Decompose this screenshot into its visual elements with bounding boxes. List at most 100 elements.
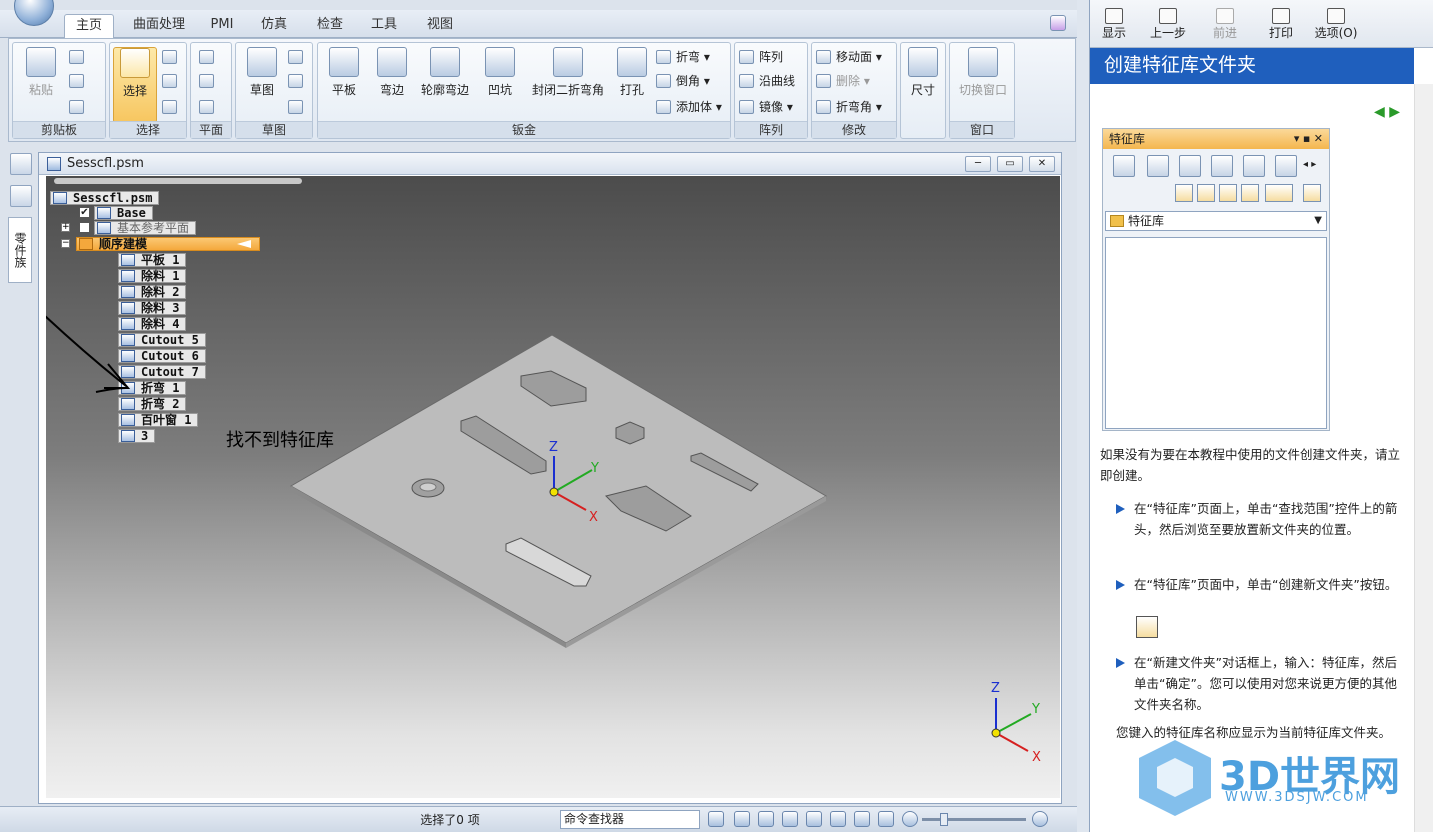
graphics-viewport[interactable]: Sesscfl.psm ✔ Base + 基本参考平面 − 顺序建模 平板 1 … xyxy=(46,176,1060,798)
chevron-down-icon[interactable]: ▼ xyxy=(1314,212,1322,230)
tab-inspect[interactable]: 检查 xyxy=(308,14,352,38)
printer-icon xyxy=(1272,8,1290,24)
zoom-icon[interactable] xyxy=(758,811,774,827)
select-button[interactable]: 选择 xyxy=(113,47,157,123)
options-label: 选项(O) xyxy=(1314,26,1358,40)
tab-view[interactable]: 视图 xyxy=(418,14,462,38)
switch-window-button[interactable]: 切换窗口 xyxy=(953,47,1013,98)
sketch-tool-3[interactable] xyxy=(288,97,308,117)
print-button[interactable]: 打印 xyxy=(1266,8,1296,40)
view-style-icon[interactable] xyxy=(878,811,894,827)
tab-tools[interactable]: 工具 xyxy=(362,14,406,38)
search-icon[interactable] xyxy=(1303,184,1321,202)
zoom-slider-thumb[interactable] xyxy=(940,813,948,826)
maximize-button[interactable]: ▭ xyxy=(997,156,1023,172)
move-face-button[interactable]: 移动面 ▾ xyxy=(816,47,882,67)
next-arrow-icon[interactable]: ▶ xyxy=(1389,104,1400,120)
sketch-tool-2[interactable] xyxy=(288,71,308,91)
add-icon[interactable] xyxy=(1175,184,1193,202)
help-icon[interactable] xyxy=(1050,15,1066,31)
pan-icon[interactable] xyxy=(806,811,822,827)
layers-icon[interactable] xyxy=(10,153,32,175)
feature-library-list[interactable] xyxy=(1105,237,1327,429)
forward-button[interactable]: 前进 xyxy=(1210,8,1240,40)
delete-button[interactable]: 删除 ▾ xyxy=(816,71,870,91)
add-body-button[interactable]: 添加体 ▾ xyxy=(656,97,722,117)
chamfer-button[interactable]: 倒角 ▾ xyxy=(656,71,710,91)
plane-icon xyxy=(199,50,214,64)
group-label-select: 选择 xyxy=(110,121,186,138)
axis-x-label: X xyxy=(589,510,598,525)
switch-window-label: 切换窗口 xyxy=(958,83,1007,97)
triad-axis-y xyxy=(995,713,1032,734)
command-finder-input[interactable]: 命令查找器 xyxy=(560,810,700,829)
panel-controls[interactable]: ▾ ▪ ✕ xyxy=(1294,129,1323,149)
parts-library-tab-icon[interactable] xyxy=(1211,155,1233,177)
tab-simulation[interactable]: 仿真 xyxy=(252,14,296,38)
look-in-select[interactable]: 特征库 ▼ xyxy=(1105,211,1327,231)
color-tab-icon[interactable] xyxy=(1275,155,1297,177)
family-of-parts-tab-icon[interactable] xyxy=(1147,155,1169,177)
along-curve-button[interactable]: 沿曲线 xyxy=(739,71,795,91)
flange-button[interactable]: 弯边 xyxy=(372,47,412,98)
up-folder-icon[interactable] xyxy=(1197,184,1215,202)
zoom-area-icon[interactable] xyxy=(734,811,750,827)
close-button[interactable]: ✕ xyxy=(1029,156,1055,172)
tab-home[interactable]: 主页 xyxy=(64,14,114,38)
open-folder-icon[interactable] xyxy=(1219,184,1237,202)
plane-button-1[interactable] xyxy=(199,47,219,67)
contour-flange-button[interactable]: 轮廓弯边 xyxy=(416,47,474,98)
dimension-button[interactable]: 尺寸 xyxy=(904,47,942,98)
pattern-button[interactable]: 阵列 xyxy=(739,47,783,67)
tab-feature-button[interactable]: 平板 xyxy=(324,47,364,98)
sketch-tool-1[interactable] xyxy=(288,47,308,67)
mirror-button[interactable]: 镜像 ▾ xyxy=(739,97,793,117)
view-cube-icon[interactable] xyxy=(854,811,870,827)
rotate-icon[interactable] xyxy=(830,811,846,827)
feature-library-icon[interactable] xyxy=(10,185,32,207)
cut-button[interactable] xyxy=(69,47,89,67)
help-title: 创建特征库文件夹 xyxy=(1090,48,1414,84)
zoom-out-icon[interactable] xyxy=(902,811,918,827)
prev-arrow-icon[interactable]: ◀ xyxy=(1374,104,1385,120)
tab-pmi[interactable]: PMI xyxy=(200,14,244,38)
minimize-button[interactable]: ─ xyxy=(965,156,991,172)
zoom-slider[interactable] xyxy=(922,818,1026,821)
select-filter-button[interactable] xyxy=(162,71,182,91)
back-button[interactable]: 上一步 xyxy=(1148,8,1188,40)
pattern-label: 阵列 xyxy=(759,50,784,64)
tab-scroll-arrows[interactable]: ◂ ▸ xyxy=(1303,159,1316,170)
fit-icon[interactable] xyxy=(782,811,798,827)
feature-library-tab-icon[interactable] xyxy=(1113,155,1135,177)
view-options-icon[interactable] xyxy=(1265,184,1293,202)
select-tool-2[interactable] xyxy=(162,47,182,67)
coordinate-system-button[interactable] xyxy=(199,97,219,117)
bend-button[interactable]: 折弯 ▾ xyxy=(656,47,710,67)
punch-button[interactable]: 打孔 xyxy=(614,47,650,98)
paste-special-button[interactable] xyxy=(69,97,89,117)
closed-corner-button[interactable]: 封闭二折弯角 xyxy=(526,47,610,98)
layers-tab-icon[interactable] xyxy=(1179,155,1201,177)
zoom-in-icon[interactable] xyxy=(1032,811,1048,827)
select-tool-3[interactable] xyxy=(162,97,182,117)
paint-icon xyxy=(69,100,84,114)
filter-icon xyxy=(162,74,177,88)
group-label-window: 窗口 xyxy=(950,121,1014,138)
tab-family-of-parts[interactable]: 零件族 xyxy=(8,217,32,283)
tab-surfacing[interactable]: 曲面处理 xyxy=(124,14,194,38)
copy-button[interactable] xyxy=(69,71,89,91)
paste-button[interactable]: 粘贴 xyxy=(21,47,61,98)
sketch-button[interactable]: 草图 xyxy=(240,47,284,98)
new-folder-icon[interactable] xyxy=(1241,184,1259,202)
sensors-tab-icon[interactable] xyxy=(1243,155,1265,177)
show-button[interactable]: 显示 xyxy=(1100,8,1128,40)
refresh-icon[interactable] xyxy=(708,811,724,827)
help-scrollbar[interactable] xyxy=(1414,84,1433,832)
delete-icon xyxy=(816,74,831,88)
help-panel: 显示 上一步 前进 打印 选项(O) 创建特征库文件夹 ◀ ▶ 特征库 ▾ ▪ ✕… xyxy=(1089,0,1433,832)
bend-icon xyxy=(656,50,671,64)
dimple-button[interactable]: 凹坑 xyxy=(480,47,520,98)
options-button[interactable]: 选项(O) xyxy=(1312,8,1360,40)
plane-button-2[interactable] xyxy=(199,71,219,91)
bend-corner-button[interactable]: 折弯角 ▾ xyxy=(816,97,882,117)
